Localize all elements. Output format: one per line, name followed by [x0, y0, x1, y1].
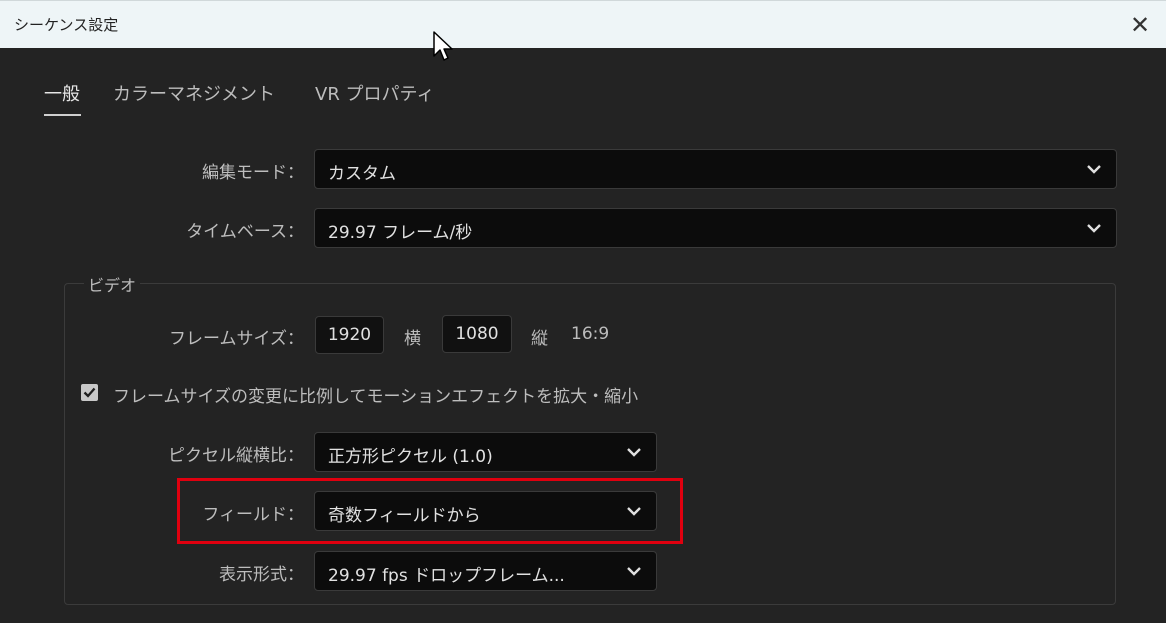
- display-format-label: 表示形式：: [219, 565, 304, 585]
- timebase-dropdown[interactable]: 29.97 フレーム/秒: [314, 208, 1117, 248]
- pixel-aspect-label: ピクセル縦横比：: [168, 446, 304, 466]
- tab-color-management[interactable]: カラーマネジメント: [113, 80, 275, 106]
- frame-height-input[interactable]: 1080: [442, 315, 512, 353]
- frame-size-label: フレームサイズ：: [169, 329, 304, 349]
- close-button[interactable]: ✕: [1122, 7, 1158, 43]
- frame-width-unit: 横: [404, 329, 421, 349]
- timebase-label: タイムベース：: [186, 222, 304, 242]
- edit-mode-dropdown[interactable]: カスタム: [314, 149, 1117, 189]
- aspect-ratio-text: 16:9: [571, 324, 610, 344]
- pixel-aspect-dropdown[interactable]: 正方形ピクセル (1.0): [314, 432, 657, 472]
- checkmark-icon: [83, 387, 96, 398]
- window-title: シーケンス設定: [14, 16, 119, 34]
- video-group-title: ビデオ: [84, 272, 141, 296]
- edit-mode-value: カスタム: [328, 164, 396, 184]
- chevron-down-icon: [627, 567, 641, 576]
- timebase-value: 29.97 フレーム/秒: [328, 223, 473, 243]
- tab-vr-properties[interactable]: VR プロパティ: [315, 80, 434, 106]
- mouse-cursor-icon: [433, 31, 453, 61]
- frame-width-input[interactable]: 1920: [315, 316, 384, 354]
- fields-highlight-box: [177, 478, 683, 544]
- scale-motion-checkbox[interactable]: [81, 384, 98, 401]
- chevron-down-icon: [1087, 165, 1101, 174]
- frame-height-value: 1080: [455, 324, 499, 344]
- pixel-aspect-value: 正方形ピクセル (1.0): [328, 447, 493, 467]
- frame-width-value: 1920: [327, 325, 372, 345]
- scale-motion-label: フレームサイズの変更に比例してモーションエフェクトを拡大・縮小: [113, 387, 639, 407]
- chevron-down-icon: [627, 448, 641, 457]
- active-tab-indicator: [44, 114, 81, 116]
- chevron-down-icon: [1087, 224, 1101, 233]
- edit-mode-label: 編集モード：: [202, 163, 304, 183]
- title-bar: シーケンス設定 ✕: [0, 0, 1166, 48]
- display-format-dropdown[interactable]: 29.97 fps ドロップフレーム...: [314, 551, 657, 591]
- frame-height-unit: 縦: [531, 329, 548, 349]
- tab-general[interactable]: 一般: [44, 80, 80, 106]
- display-format-value: 29.97 fps ドロップフレーム...: [328, 566, 565, 586]
- close-icon: ✕: [1129, 11, 1151, 39]
